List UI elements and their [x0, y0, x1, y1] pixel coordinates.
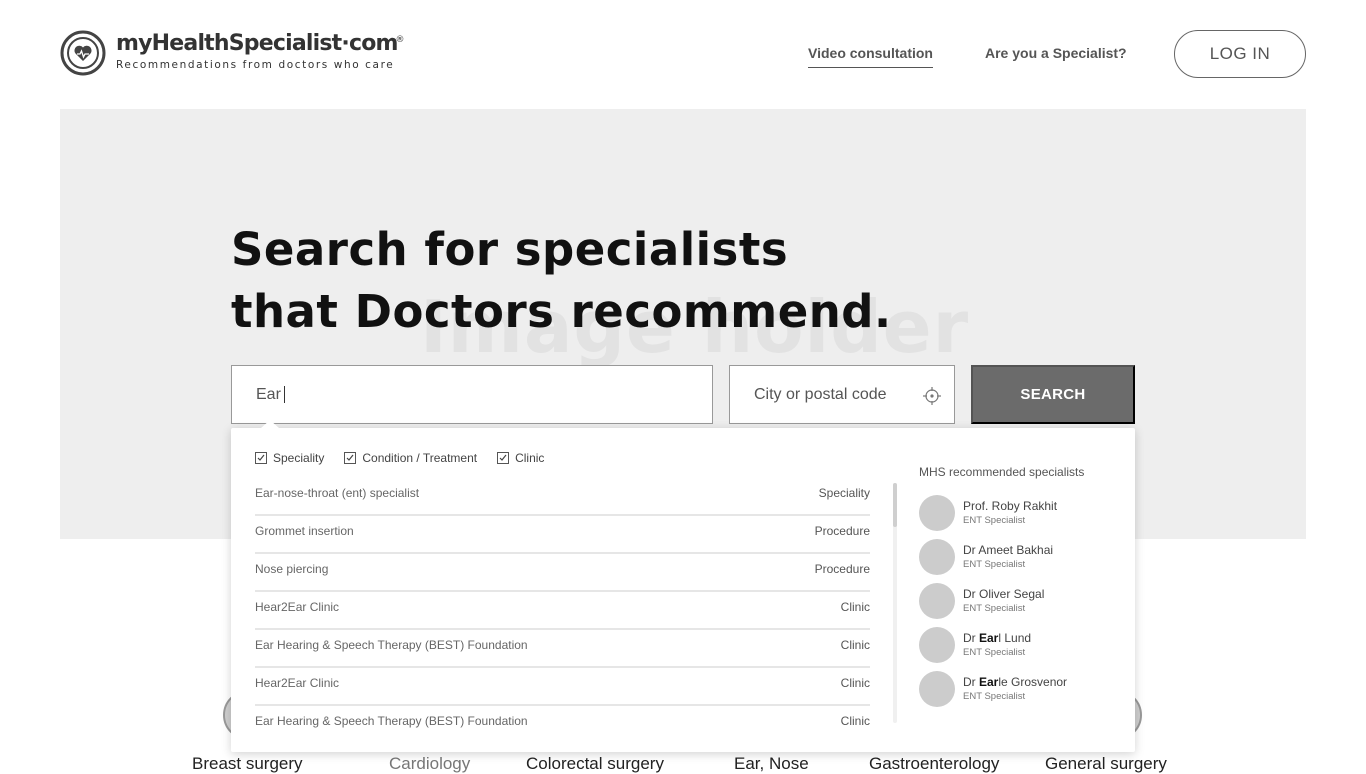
name-text: Dr: [963, 631, 979, 645]
name-text: Prof. Roby Rakhit: [963, 499, 1058, 513]
nav-video-consultation[interactable]: Video consultation: [808, 45, 933, 68]
avatar: [919, 583, 955, 619]
login-button[interactable]: LOG IN: [1174, 30, 1306, 78]
result-name: Ear-nose-throat (ent) specialist: [255, 486, 420, 500]
specialist-item[interactable]: Prof. Roby Rakhit ENT Specialist: [919, 491, 1119, 535]
name-text: Dr: [963, 675, 979, 689]
results-scrollbar[interactable]: [893, 483, 897, 723]
checkbox-checked-icon[interactable]: [255, 452, 267, 464]
result-name: Grommet insertion: [255, 524, 354, 538]
specialist-name: Dr Oliver Segal: [963, 587, 1044, 601]
name-match: Ear: [979, 631, 999, 645]
category-gastroenterology[interactable]: Gastroenterology: [869, 754, 999, 774]
scrollbar-thumb[interactable]: [893, 483, 897, 527]
specialist-item[interactable]: Dr Earl Lund ENT Specialist: [919, 623, 1119, 667]
list-item[interactable]: Grommet insertion Procedure: [255, 516, 870, 554]
nav-are-you-specialist[interactable]: Are you a Specialist?: [985, 45, 1127, 61]
list-item[interactable]: Ear Hearing & Speech Therapy (BEST) Foun…: [255, 630, 870, 668]
name-text: Dr Oliver Segal: [963, 587, 1045, 601]
filter-speciality[interactable]: Speciality: [255, 451, 324, 465]
specialist-role: ENT Specialist: [963, 603, 1026, 614]
filter-label: Speciality: [273, 451, 325, 465]
specialist-item[interactable]: Dr Ameet Bakhai ENT Specialist: [919, 535, 1119, 579]
city-placeholder: City or postal code: [754, 385, 887, 403]
list-item[interactable]: Hear2Ear Clinic Clinic: [255, 592, 870, 630]
result-name: Nose piercing: [255, 562, 329, 576]
site-logo[interactable]: myHealthSpecialist·com ® Recommendations …: [60, 30, 404, 76]
result-name: Hear2Ear Clinic: [255, 600, 340, 614]
result-type: Procedure: [814, 524, 870, 538]
specialist-name: Dr Ameet Bakhai: [963, 543, 1053, 557]
checkbox-checked-icon[interactable]: [497, 452, 510, 464]
list-item[interactable]: Nose piercing Procedure: [255, 554, 870, 592]
name-text: le Grosvenor: [998, 675, 1068, 689]
result-type: Clinic: [840, 714, 870, 728]
specialist-item[interactable]: Dr Earle Grosvenor ENT Specialist: [919, 667, 1119, 711]
avatar: [919, 627, 955, 663]
name-text: l Lund: [998, 631, 1032, 645]
specialist-name: Prof. Roby Rakhit: [963, 499, 1057, 513]
specialist-role: ENT Specialist: [963, 515, 1026, 526]
list-item[interactable]: Ear Hearing & Speech Therapy (BEST) Foun…: [255, 706, 870, 744]
result-name: Ear Hearing & Speech Therapy (BEST) Foun…: [255, 638, 528, 652]
name-text: Dr Ameet Bakhai: [963, 543, 1054, 557]
category-ear-nose[interactable]: Ear, Nose: [734, 754, 809, 774]
result-type: Clinic: [840, 600, 870, 614]
heart-logo-icon: [60, 30, 106, 76]
specialist-role: ENT Specialist: [963, 559, 1026, 570]
name-match: Ear: [979, 675, 999, 689]
specialist-name: Dr Earl Lund: [963, 631, 1031, 645]
category-general-surgery[interactable]: General surgery: [1045, 754, 1167, 774]
search-query-text: Ear: [256, 385, 281, 403]
hero-title: Search for specialists that Doctors reco…: [231, 219, 892, 343]
list-item[interactable]: Ear-nose-throat (ent) specialist Special…: [255, 478, 870, 516]
avatar: [919, 495, 955, 531]
results-list: Ear-nose-throat (ent) specialist Special…: [255, 478, 870, 744]
specialist-name: Dr Earle Grosvenor: [963, 675, 1067, 689]
site-header: myHealthSpecialist·com ® Recommendations …: [0, 0, 1366, 108]
logo-wordmark: myHealthSpecialist·com ®: [116, 30, 404, 58]
result-name: Hear2Ear Clinic: [255, 676, 340, 690]
registered-mark: ®: [395, 35, 404, 45]
result-type: Procedure: [814, 562, 870, 576]
dropdown-pointer: [261, 420, 279, 428]
avatar: [919, 539, 955, 575]
filter-clinic[interactable]: Clinic: [497, 451, 544, 465]
search-input[interactable]: Ear: [231, 365, 713, 424]
recommended-specialists-panel: MHS recommended specialists Prof. Roby R…: [919, 465, 1119, 711]
checkbox-checked-icon[interactable]: [344, 452, 357, 464]
result-type: Clinic: [840, 676, 870, 690]
specialist-item[interactable]: Dr Oliver Segal ENT Specialist: [919, 579, 1119, 623]
text-caret: [283, 386, 285, 403]
category-cardiology[interactable]: Cardiology: [389, 754, 470, 774]
specialist-role: ENT Specialist: [963, 647, 1026, 658]
result-type: Clinic: [840, 638, 870, 652]
city-input[interactable]: City or postal code: [729, 365, 955, 424]
filter-group: Speciality Condition / Treatment Clinic: [255, 451, 564, 465]
filter-label: Condition / Treatment: [362, 451, 478, 465]
autocomplete-dropdown: Speciality Condition / Treatment Clinic …: [231, 420, 1135, 752]
logo-tagline: Recommendations from doctors who care: [116, 59, 395, 71]
result-type: Speciality: [818, 486, 870, 500]
hero-title-line-2: that Doctors recommend.: [231, 285, 892, 338]
search-button[interactable]: SEARCH: [971, 365, 1135, 424]
specialist-role: ENT Specialist: [963, 691, 1026, 702]
hero-title-line-1: Search for specialists: [231, 223, 789, 276]
avatar: [919, 671, 955, 707]
category-colorectal-surgery[interactable]: Colorectal surgery: [526, 754, 664, 774]
specialists-title: MHS recommended specialists: [919, 465, 1085, 479]
list-item[interactable]: Hear2Ear Clinic Clinic: [255, 668, 870, 706]
category-breast-surgery[interactable]: Breast surgery: [192, 754, 303, 774]
filter-condition-treatment[interactable]: Condition / Treatment: [344, 451, 477, 465]
result-name: Ear Hearing & Speech Therapy (BEST) Foun…: [255, 714, 528, 728]
filter-label: Clinic: [515, 451, 545, 465]
logo-name-text: myHealthSpecialist·com: [116, 31, 398, 56]
locate-icon[interactable]: [922, 386, 942, 406]
